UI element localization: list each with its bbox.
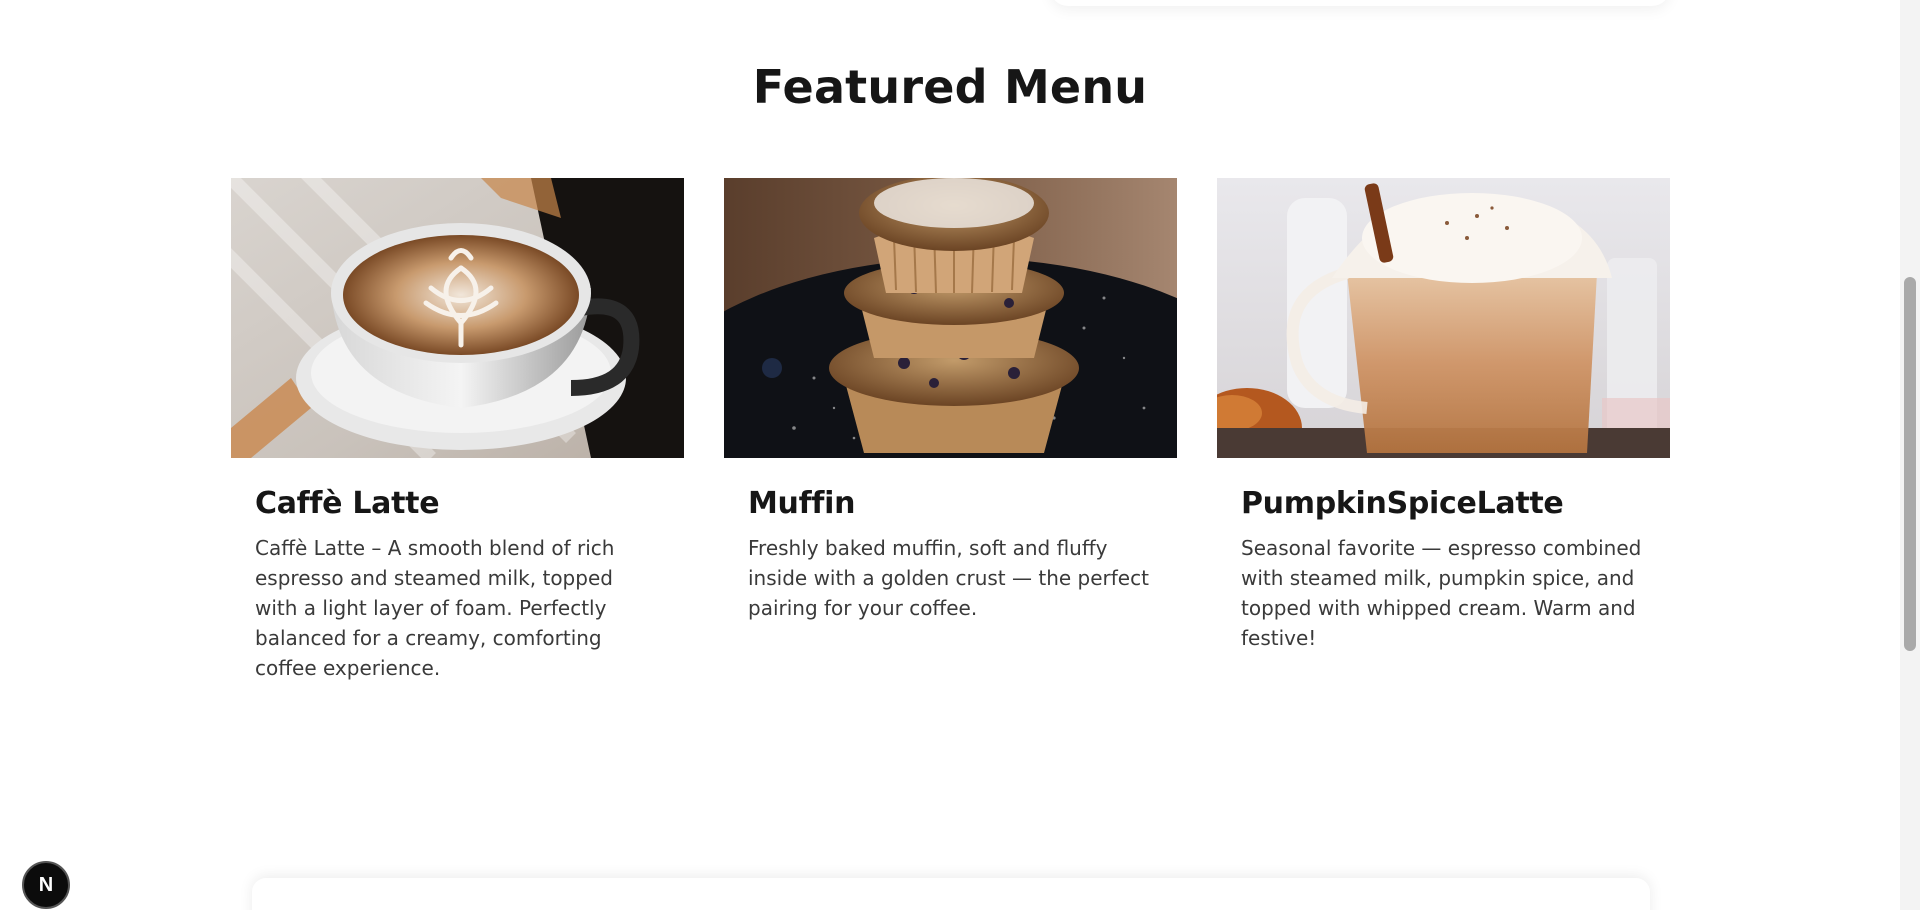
- vertical-scrollbar[interactable]: [1900, 0, 1920, 910]
- caffe-latte-image: [231, 178, 684, 458]
- card-body: Muffin Freshly baked muffin, soft and fl…: [724, 458, 1177, 623]
- nextjs-logo-icon: N: [38, 873, 54, 896]
- menu-item-name: PumpkinSpiceLatte: [1241, 486, 1564, 521]
- pumpkin-spice-latte-image: [1217, 178, 1670, 458]
- menu-item-description: Caffè Latte – A smooth blend of rich esp…: [255, 536, 615, 680]
- menu-card-pumpkin-spice-latte[interactable]: PumpkinSpiceLatte Seasonal favorite — es…: [1217, 178, 1670, 683]
- previous-section-card-edge: [1050, 0, 1670, 6]
- menu-item-name: Caffè Latte: [255, 486, 440, 521]
- menu-card-caffe-latte[interactable]: Caffè Latte Caffè Latte – A smooth blend…: [231, 178, 684, 683]
- scrollbar-thumb[interactable]: [1904, 277, 1916, 651]
- muffin-image: [724, 178, 1177, 458]
- card-body: Caffè Latte Caffè Latte – A smooth blend…: [231, 458, 684, 683]
- card-body: PumpkinSpiceLatte Seasonal favorite — es…: [1217, 458, 1670, 653]
- menu-card-muffin[interactable]: Muffin Freshly baked muffin, soft and fl…: [724, 178, 1177, 683]
- next-section-card-edge: [252, 878, 1650, 910]
- nextjs-dev-tools-button[interactable]: N: [22, 861, 70, 909]
- page: Featured Menu Caffè Latte Caffè Latte – …: [0, 0, 1920, 910]
- menu-card-list: Caffè Latte Caffè Latte – A smooth blend…: [231, 178, 1670, 683]
- menu-item-name: Muffin: [748, 486, 856, 521]
- menu-item-description: Seasonal favorite — espresso combined wi…: [1241, 536, 1642, 650]
- menu-item-description: Freshly baked muffin, soft and fluffy in…: [748, 536, 1149, 620]
- section-title: Featured Menu: [752, 60, 1148, 114]
